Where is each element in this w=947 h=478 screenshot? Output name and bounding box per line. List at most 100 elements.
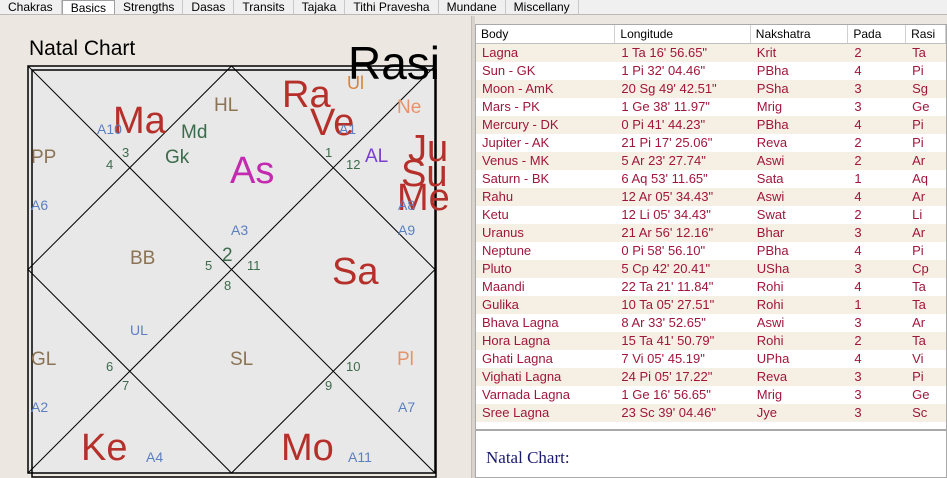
positions-table: Body Longitude Nakshatra Pada Rasi Lagna… bbox=[475, 24, 947, 430]
column-header-pada[interactable]: Pada bbox=[848, 25, 907, 43]
tab-dasas[interactable]: Dasas bbox=[183, 0, 235, 14]
label-al: AL bbox=[365, 146, 389, 167]
label-a1: A1 bbox=[339, 121, 357, 137]
label-gl: GL bbox=[31, 349, 57, 370]
house-number-10: 10 bbox=[346, 359, 361, 374]
body-cell: Pluto bbox=[482, 261, 512, 276]
rasi-cell: Ar bbox=[912, 315, 926, 330]
tab-tajaka[interactable]: Tajaka bbox=[293, 0, 346, 14]
nakshatra-cell: Mrig bbox=[756, 387, 783, 402]
nakshatra-cell: Jye bbox=[756, 405, 778, 420]
longitude-cell: 20 Sg 49' 42.51" bbox=[621, 81, 717, 96]
nakshatra-cell: Aswi bbox=[756, 189, 785, 204]
label-gk: Gk bbox=[165, 147, 190, 168]
table-row[interactable]: Varnada Lagna 1 Ge 16' 56.65" Mrig 3 Ge bbox=[476, 386, 946, 404]
label-a9: A9 bbox=[398, 222, 416, 238]
table-row[interactable]: Pluto 5 Cp 42' 20.41" USha 3 Cp bbox=[476, 260, 946, 278]
table-row[interactable]: Ketu 12 Li 05' 34.43" Swat 2 Li bbox=[476, 206, 946, 224]
longitude-cell: 15 Ta 41' 50.79" bbox=[621, 333, 715, 348]
body-cell: Maandi bbox=[482, 279, 525, 294]
nakshatra-cell: Rohi bbox=[756, 279, 784, 294]
column-header-longitude[interactable]: Longitude bbox=[615, 25, 751, 43]
tab-basics[interactable]: Basics bbox=[61, 0, 116, 15]
body-cell: Moon - AmK bbox=[482, 81, 554, 96]
table-row[interactable]: Venus - MK 5 Ar 23' 27.74" Aswi 2 Ar bbox=[476, 152, 946, 170]
table-row[interactable]: Maandi 22 Ta 21' 11.84" Rohi 4 Ta bbox=[476, 278, 946, 296]
tab-strip: Chakras Basics Strengths Dasas Transits … bbox=[0, 0, 947, 15]
pada-cell: 3 bbox=[854, 225, 862, 240]
body-cell: Uranus bbox=[482, 225, 524, 240]
table-row[interactable]: Jupiter - AK 21 Pi 17' 25.06" Reva 2 Pi bbox=[476, 134, 946, 152]
label-a7: A7 bbox=[398, 399, 416, 415]
table-row[interactable]: Sun - GK 1 Pi 32' 04.46" PBha 4 Pi bbox=[476, 62, 946, 80]
nakshatra-cell: USha bbox=[756, 261, 790, 276]
table-row[interactable]: Vighati Lagna 24 Pi 05' 17.22" Reva 3 Pi bbox=[476, 368, 946, 386]
tab-tithi-pravesha[interactable]: Tithi Pravesha bbox=[345, 0, 439, 14]
table-body: Lagna 1 Ta 16' 56.65" Krit 2 Ta Sun - GK 1 Pi … bbox=[476, 44, 946, 422]
body-cell: Bhava Lagna bbox=[482, 315, 559, 330]
table-row[interactable]: Rahu 12 Ar 05' 34.43" Aswi 4 Ar bbox=[476, 188, 946, 206]
rasi-cell: Ta bbox=[912, 45, 926, 60]
table-row[interactable]: Mercury - DK 0 Pi 41' 44.23" PBha 4 Pi bbox=[476, 116, 946, 134]
longitude-cell: 21 Ar 56' 12.16" bbox=[621, 225, 714, 240]
table-row[interactable]: Bhava Lagna 8 Ar 33' 52.65" Aswi 3 Ar bbox=[476, 314, 946, 332]
table-row[interactable]: Saturn - BK 6 Aq 53' 11.65" Sata 1 Aq bbox=[476, 170, 946, 188]
nakshatra-cell: Swat bbox=[756, 207, 786, 222]
tab-chakras[interactable]: Chakras bbox=[0, 0, 62, 14]
table-row[interactable]: Hora Lagna 15 Ta 41' 50.79" Rohi 2 Ta bbox=[476, 332, 946, 350]
column-header-nakshatra[interactable]: Nakshatra bbox=[751, 25, 849, 43]
table-row[interactable]: Lagna 1 Ta 16' 56.65" Krit 2 Ta bbox=[476, 44, 946, 62]
tab-strengths[interactable]: Strengths bbox=[115, 0, 184, 14]
notes-panel: Natal Chart: bbox=[475, 430, 947, 478]
rasi-cell: Ge bbox=[912, 387, 930, 402]
body-cell: Varnada Lagna bbox=[482, 387, 570, 402]
rasi-cell: Pi bbox=[912, 63, 924, 78]
table-row[interactable]: Neptune 0 Pi 58' 56.10" PBha 4 Pi bbox=[476, 242, 946, 260]
label-a4: A4 bbox=[146, 449, 164, 465]
house-number-1: 1 bbox=[325, 145, 333, 160]
pada-cell: 4 bbox=[854, 279, 862, 294]
longitude-cell: 23 Sc 39' 04.46" bbox=[621, 405, 716, 420]
table-row[interactable]: Moon - AmK 20 Sg 49' 42.51" PSha 3 Sg bbox=[476, 80, 946, 98]
body-cell: Lagna bbox=[482, 45, 519, 60]
longitude-cell: 1 Ge 38' 11.97" bbox=[621, 99, 710, 114]
table-row[interactable]: Sree Lagna 23 Sc 39' 04.46" Jye 3 Sc bbox=[476, 404, 946, 422]
body-cell: Ghati Lagna bbox=[482, 351, 553, 366]
rasi-cell: Sg bbox=[912, 81, 929, 96]
rasi-cell: Pi bbox=[912, 369, 924, 384]
house-number-8: 8 bbox=[224, 278, 232, 293]
rasi-cell: Pi bbox=[912, 135, 924, 150]
longitude-cell: 10 Ta 05' 27.51" bbox=[621, 297, 715, 312]
table-row[interactable]: Gulika 10 Ta 05' 27.51" Rohi 1 Ta bbox=[476, 296, 946, 314]
label-ke: Ke bbox=[81, 427, 128, 469]
column-header-body[interactable]: Body bbox=[476, 25, 616, 43]
nakshatra-cell: PBha bbox=[756, 243, 789, 258]
rasi-cell: Sc bbox=[912, 405, 928, 420]
pada-cell: 4 bbox=[854, 351, 862, 366]
tab-miscellany[interactable]: Miscellany bbox=[505, 0, 579, 14]
table-row[interactable]: Uranus 21 Ar 56' 12.16" Bhar 3 Ar bbox=[476, 224, 946, 242]
house-number-11: 11 bbox=[247, 258, 261, 273]
nakshatra-cell: UPha bbox=[756, 351, 790, 366]
tab-mundane[interactable]: Mundane bbox=[438, 0, 506, 14]
pada-cell: 1 bbox=[854, 171, 862, 186]
body-cell: Neptune bbox=[482, 243, 532, 258]
tab-transits[interactable]: Transits bbox=[234, 0, 294, 14]
table-row[interactable]: Mars - PK 1 Ge 38' 11.97" Mrig 3 Ge bbox=[476, 98, 946, 116]
column-header-rasi[interactable]: Rasi bbox=[906, 25, 946, 43]
longitude-cell: 1 Ta 16' 56.65" bbox=[621, 45, 708, 60]
nakshatra-cell: Bhar bbox=[756, 225, 785, 240]
label-sl: SL bbox=[230, 349, 254, 370]
rasi-cell: Ar bbox=[912, 189, 926, 204]
nakshatra-cell: Rohi bbox=[756, 297, 784, 312]
label-a6: A6 bbox=[31, 197, 49, 213]
pada-cell: 3 bbox=[854, 369, 862, 384]
notes-title: Natal Chart: bbox=[486, 448, 570, 467]
label-a11: A11 bbox=[348, 449, 372, 465]
body-cell: Ketu bbox=[482, 207, 509, 222]
table-row[interactable]: Ghati Lagna 7 Vi 05' 45.19" UPha 4 Vi bbox=[476, 350, 946, 368]
longitude-cell: 1 Ge 16' 56.65" bbox=[621, 387, 711, 402]
pada-cell: 4 bbox=[854, 117, 862, 132]
nakshatra-cell: Aswi bbox=[756, 153, 785, 168]
longitude-cell: 8 Ar 33' 52.65" bbox=[621, 315, 706, 330]
